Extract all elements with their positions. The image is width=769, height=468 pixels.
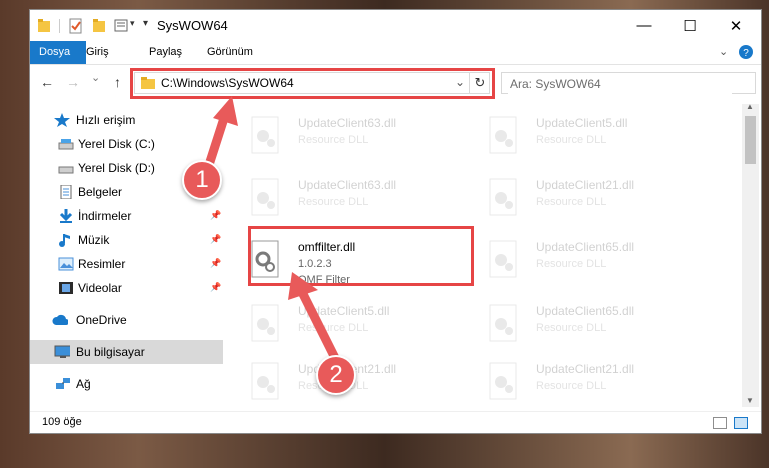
step-2-badge: 2 [316, 355, 356, 395]
step-1-badge: 1 [182, 160, 222, 200]
annotation-arrows [203, 96, 340, 363]
